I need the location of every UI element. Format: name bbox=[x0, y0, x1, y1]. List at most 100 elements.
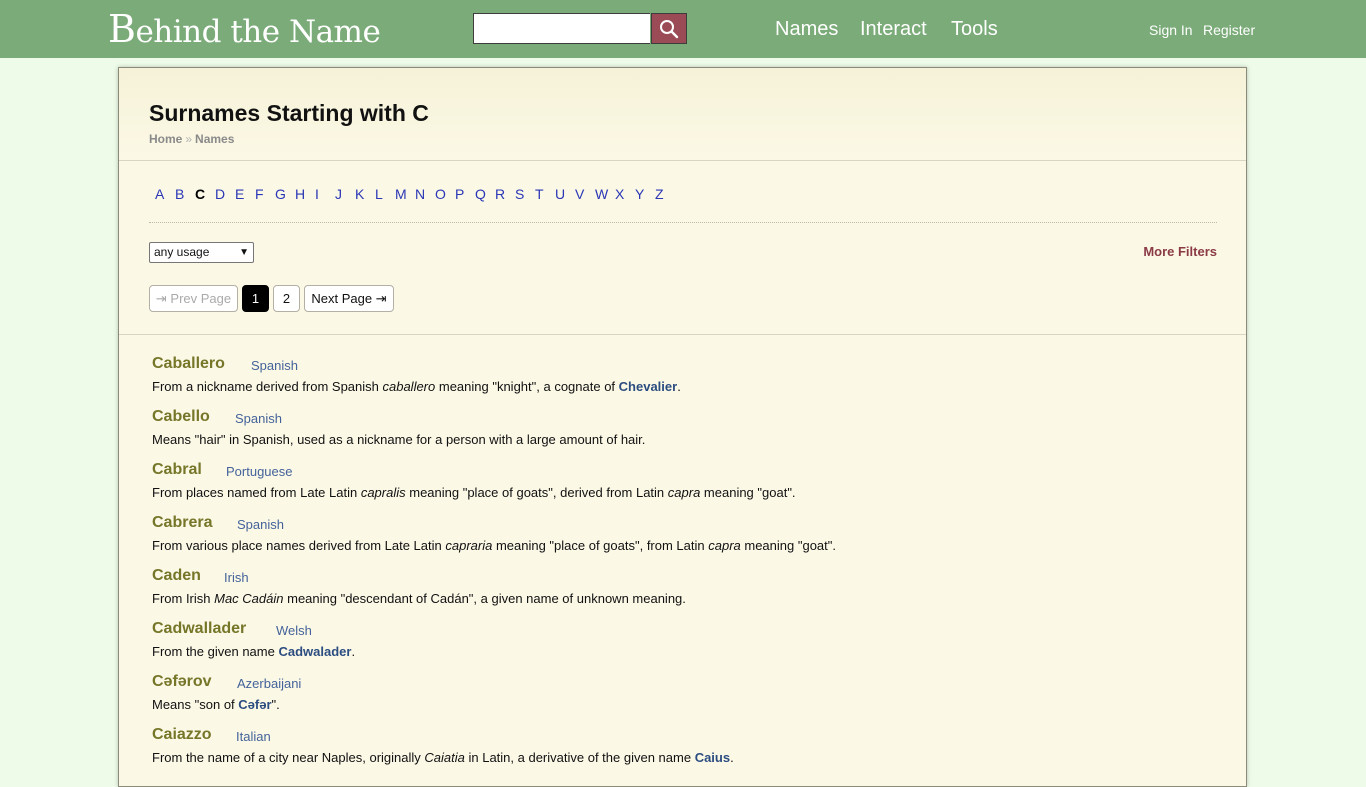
usage-link[interactable]: Spanish bbox=[237, 517, 284, 532]
name-entry: Caiazzo Italian From the name of a city ne… bbox=[152, 726, 1212, 779]
search-form bbox=[473, 13, 687, 44]
letter-link-p[interactable]: P bbox=[455, 186, 475, 202]
letter-link-q[interactable]: Q bbox=[475, 186, 495, 202]
letter-link-y[interactable]: Y bbox=[635, 186, 655, 202]
usage-link[interactable]: Spanish bbox=[251, 358, 298, 373]
letter-link-c[interactable]: C bbox=[195, 186, 215, 202]
letter-link-w[interactable]: W bbox=[595, 186, 615, 202]
name-cross-link[interactable]: Chevalier bbox=[619, 379, 678, 394]
usage-link[interactable]: Azerbaijani bbox=[237, 676, 301, 691]
letter-index: ABCDEFGHIJKLMNOPQRSTUVWXYZ bbox=[155, 186, 675, 202]
breadcrumb: Home» Names bbox=[149, 132, 234, 146]
name-description: From various place names derived from La… bbox=[152, 538, 836, 553]
letter-link-e[interactable]: E bbox=[235, 186, 255, 202]
name-link[interactable]: Cabral bbox=[152, 461, 202, 479]
letter-link-m[interactable]: M bbox=[395, 186, 415, 202]
breadcrumb-home[interactable]: Home bbox=[149, 132, 182, 146]
nav-names[interactable]: Names bbox=[775, 18, 838, 41]
letter-link-v[interactable]: V bbox=[575, 186, 595, 202]
dropdown-arrow-icon: ▼ bbox=[239, 247, 249, 258]
letter-link-n[interactable]: N bbox=[415, 186, 435, 202]
name-cross-link[interactable]: Cəfər bbox=[238, 697, 271, 712]
italic-term: capralis bbox=[360, 485, 406, 500]
name-entry: Caden Irish From Irish Mac Cadáin meaning … bbox=[152, 567, 1212, 620]
breadcrumb-separator: » bbox=[185, 132, 193, 146]
description-text: Means "son of bbox=[152, 697, 239, 712]
name-cross-link[interactable]: Cadwalader bbox=[278, 644, 351, 659]
page-title: Surnames Starting with C bbox=[149, 100, 429, 126]
letter-link-l[interactable]: L bbox=[375, 186, 395, 202]
search-input[interactable] bbox=[473, 13, 650, 44]
page-2-button[interactable]: 2 bbox=[273, 285, 300, 312]
name-link[interactable]: Cadwallader bbox=[152, 620, 246, 638]
usage-link[interactable]: Portuguese bbox=[226, 464, 293, 479]
nav-interact[interactable]: Interact bbox=[860, 18, 927, 41]
description-text: From the name of a city near Naples, ori… bbox=[152, 750, 425, 765]
letter-link-j[interactable]: J bbox=[335, 186, 355, 202]
italic-term: Mac Cadáin bbox=[214, 591, 284, 606]
site-logo[interactable]: Behind the Name bbox=[108, 8, 381, 50]
name-link[interactable]: Caden bbox=[152, 567, 201, 585]
name-link[interactable]: Cabrera bbox=[152, 514, 212, 532]
usage-link[interactable]: Italian bbox=[236, 729, 271, 744]
usage-link[interactable]: Spanish bbox=[235, 411, 282, 426]
letter-link-z[interactable]: Z bbox=[655, 186, 675, 202]
description-text: meaning "goat". bbox=[740, 538, 836, 553]
letter-link-d[interactable]: D bbox=[215, 186, 235, 202]
name-list: Caballero Spanish From a nickname derived … bbox=[152, 355, 1212, 779]
name-cross-link[interactable]: Caius bbox=[695, 750, 730, 765]
more-filters-link[interactable]: More Filters bbox=[1143, 244, 1217, 259]
letter-link-t[interactable]: T bbox=[535, 186, 555, 202]
description-text: From places named from Late Latin bbox=[152, 485, 361, 500]
letter-link-s[interactable]: S bbox=[515, 186, 535, 202]
letter-link-k[interactable]: K bbox=[355, 186, 375, 202]
name-entry: Cadwallader Welsh From the given name Cadw… bbox=[152, 620, 1212, 673]
breadcrumb-names[interactable]: Names bbox=[195, 132, 234, 146]
name-description: Means "son of Cəfər". bbox=[152, 697, 280, 712]
italic-term: capraria bbox=[445, 538, 493, 553]
name-entry: Cabello Spanish Means "hair" in Spanish, u… bbox=[152, 408, 1212, 461]
sign-in-link[interactable]: Sign In bbox=[1149, 22, 1193, 38]
description-text: meaning "goat". bbox=[700, 485, 796, 500]
divider bbox=[119, 334, 1246, 335]
name-link[interactable]: Cabello bbox=[152, 408, 210, 426]
italic-term: capra bbox=[667, 485, 701, 500]
name-link[interactable]: Cəfərov bbox=[152, 673, 212, 691]
name-link[interactable]: Caiazzo bbox=[152, 726, 212, 744]
prev-page-button[interactable]: ⇥ Prev Page bbox=[149, 285, 238, 312]
nav-tools[interactable]: Tools bbox=[951, 18, 998, 41]
usage-link[interactable]: Irish bbox=[224, 570, 249, 585]
usage-link[interactable]: Welsh bbox=[276, 623, 312, 638]
letter-link-o[interactable]: O bbox=[435, 186, 455, 202]
letter-link-i[interactable]: I bbox=[315, 186, 335, 202]
description-text: From the given name bbox=[152, 644, 279, 659]
name-entry: Cabrera Spanish From various place names d… bbox=[152, 514, 1212, 567]
search-button[interactable] bbox=[651, 13, 687, 44]
letter-link-b[interactable]: B bbox=[175, 186, 195, 202]
name-description: Means "hair" in Spanish, used as a nickn… bbox=[152, 432, 645, 447]
top-bar: Behind the Name Names Interact Tools Sig… bbox=[0, 0, 1366, 58]
letter-link-x[interactable]: X bbox=[615, 186, 635, 202]
name-description: From places named from Late Latin capral… bbox=[152, 485, 796, 500]
name-link[interactable]: Caballero bbox=[152, 355, 225, 373]
name-description: From Irish Mac Cadáin meaning "descendan… bbox=[152, 591, 686, 606]
description-text: From various place names derived from La… bbox=[152, 538, 446, 553]
description-text: . bbox=[351, 644, 356, 659]
description-text: meaning "descendant of Cadán", a given n… bbox=[283, 591, 686, 606]
page-1-button[interactable]: 1 bbox=[242, 285, 269, 312]
name-entry: Caballero Spanish From a nickname derived … bbox=[152, 355, 1212, 408]
letter-link-u[interactable]: U bbox=[555, 186, 575, 202]
letter-link-g[interactable]: G bbox=[275, 186, 295, 202]
register-link[interactable]: Register bbox=[1203, 22, 1255, 38]
letter-link-h[interactable]: H bbox=[295, 186, 315, 202]
usage-select[interactable]: any usage ▼ bbox=[149, 242, 254, 263]
italic-term: capra bbox=[708, 538, 741, 553]
letter-link-r[interactable]: R bbox=[495, 186, 515, 202]
description-text: From Irish bbox=[152, 591, 215, 606]
next-page-button[interactable]: Next Page ⇥ bbox=[304, 285, 394, 312]
letter-link-a[interactable]: A bbox=[155, 186, 175, 202]
letter-link-f[interactable]: F bbox=[255, 186, 275, 202]
italic-term: Caiatia bbox=[424, 750, 465, 765]
description-text: meaning "place of goats", derived from L… bbox=[405, 485, 668, 500]
name-description: From a nickname derived from Spanish cab… bbox=[152, 379, 681, 394]
